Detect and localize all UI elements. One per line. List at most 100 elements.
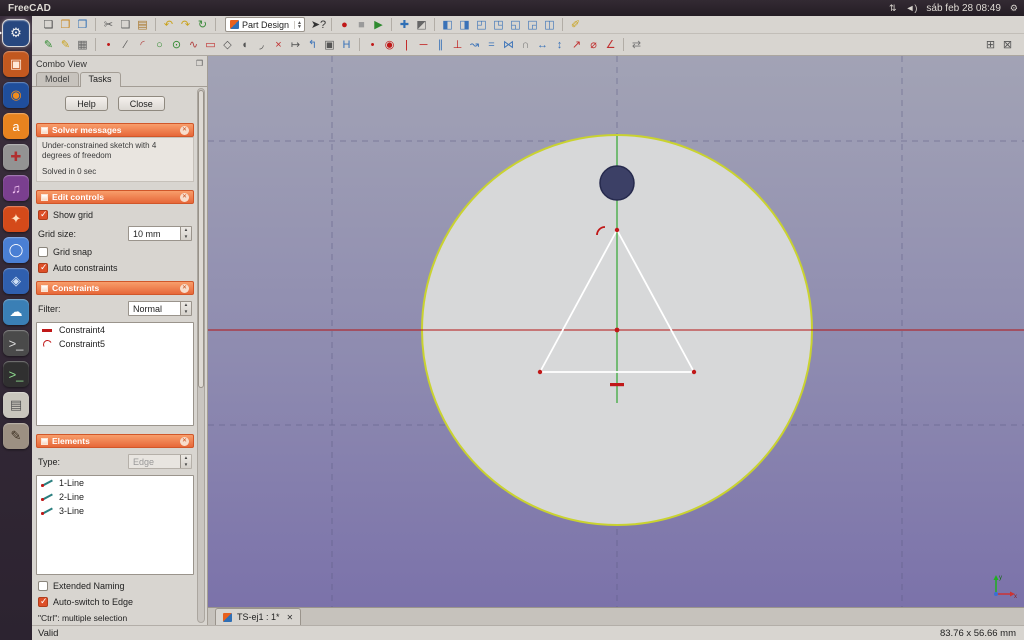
open-document-icon[interactable]: ❒: [57, 17, 74, 33]
create-arc-icon[interactable]: ◜: [134, 37, 151, 53]
cut-icon[interactable]: ✂: [100, 17, 117, 33]
launcher-item-freecad[interactable]: ⚙: [3, 20, 29, 46]
spin-arrows-icon[interactable]: [180, 227, 191, 240]
filter-combobox[interactable]: Normal: [128, 301, 192, 316]
constrain-distance-icon[interactable]: ↗: [568, 37, 585, 53]
launcher-item-terminal-root[interactable]: >_: [3, 361, 29, 387]
constrain-equal-icon[interactable]: =: [483, 37, 500, 53]
constrain-radius-icon[interactable]: ⌀: [585, 37, 602, 53]
create-slot-icon[interactable]: ◖: [236, 37, 253, 53]
view-isometric-icon[interactable]: ◧: [439, 17, 456, 33]
combo-arrows-icon[interactable]: [180, 302, 191, 315]
launcher-item-cloud-app[interactable]: ☁: [3, 299, 29, 325]
view-top-icon[interactable]: ◰: [473, 17, 490, 33]
create-rectangle-icon[interactable]: ▭: [202, 37, 219, 53]
constrain-coincident-icon[interactable]: •: [364, 37, 381, 53]
sound-indicator-icon[interactable]: ◄): [906, 3, 918, 14]
launcher-item-terminal[interactable]: >_: [3, 330, 29, 356]
launcher-item-system-tools[interactable]: ✚: [3, 144, 29, 170]
launcher-item-messaging[interactable]: ◈: [3, 268, 29, 294]
launcher-item-chromium[interactable]: ◯: [3, 237, 29, 263]
create-sketch-icon[interactable]: ✎: [40, 37, 57, 53]
panel-scrollbar[interactable]: [197, 88, 205, 623]
fit-all-icon[interactable]: ✚: [396, 17, 413, 33]
tab-model[interactable]: Model: [36, 72, 79, 86]
collapse-section-icon[interactable]: ✕: [180, 126, 189, 135]
collapse-section-icon[interactable]: ✕: [180, 193, 189, 202]
macro-execute-icon[interactable]: ▶: [370, 17, 387, 33]
auto-constraints-checkbox[interactable]: [38, 263, 48, 273]
whats-this-icon[interactable]: ➤?: [310, 17, 327, 33]
carbon-copy-icon[interactable]: ▣: [321, 37, 338, 53]
constrain-vertical-icon[interactable]: |: [398, 37, 415, 53]
constrain-distance-x-icon[interactable]: ↔: [534, 37, 551, 53]
constrain-point-on-object-icon[interactable]: ◉: [381, 37, 398, 53]
create-line-icon[interactable]: ∕: [117, 37, 134, 53]
scrollbar-thumb[interactable]: [198, 90, 204, 388]
sketch-hole[interactable]: [600, 166, 634, 200]
macro-stop-icon[interactable]: ■: [353, 17, 370, 33]
type-combobox[interactable]: Edge: [128, 454, 192, 469]
constrain-parallel-icon[interactable]: ∥: [432, 37, 449, 53]
create-circle-icon[interactable]: ○: [151, 37, 168, 53]
show-grid-row[interactable]: Show grid: [38, 210, 192, 220]
create-polygon-icon[interactable]: ◇: [219, 37, 236, 53]
new-document-icon[interactable]: ❏: [40, 17, 57, 33]
constrain-tangent-icon[interactable]: ↝: [466, 37, 483, 53]
tab-tasks[interactable]: Tasks: [80, 72, 121, 87]
external-geometry-icon[interactable]: ↰: [304, 37, 321, 53]
session-menu-icon[interactable]: ⚙: [1010, 3, 1018, 14]
constrain-lock-icon[interactable]: ∩: [517, 37, 534, 53]
constrain-distance-y-icon[interactable]: ↕: [551, 37, 568, 53]
launcher-item-amazon[interactable]: a: [3, 113, 29, 139]
copy-icon[interactable]: ❑: [117, 17, 134, 33]
element-list-item[interactable]: 1-Line: [37, 476, 193, 490]
toggle-driving-constraint-icon[interactable]: ⇄: [628, 37, 645, 53]
auto-switch-row[interactable]: Auto-switch to Edge: [38, 597, 192, 607]
edit-sketch-icon[interactable]: ✎: [57, 37, 74, 53]
constraint-list-item[interactable]: Constraint5: [37, 337, 193, 351]
workbench-selector[interactable]: Part Design▲▼: [225, 17, 305, 32]
paste-icon[interactable]: ▤: [134, 17, 151, 33]
constrain-symmetric-icon[interactable]: ⋈: [500, 37, 517, 53]
create-polyline-icon[interactable]: ∿: [185, 37, 202, 53]
map-sketch-icon[interactable]: ▦: [74, 37, 91, 53]
create-point-icon[interactable]: •: [100, 37, 117, 53]
refresh-icon[interactable]: ↻: [194, 17, 211, 33]
constrain-horizontal-icon[interactable]: ─: [415, 37, 432, 53]
triangle-vertex-left[interactable]: [538, 370, 542, 374]
close-button[interactable]: Close: [118, 96, 165, 111]
launcher-item-software-center[interactable]: ✦: [3, 206, 29, 232]
save-document-icon[interactable]: ❐: [74, 17, 91, 33]
stop-operation-icon[interactable]: ⊠: [999, 37, 1016, 53]
macro-record-icon[interactable]: ●: [336, 17, 353, 33]
keyboard-indicator-icon[interactable]: ⇅: [889, 3, 897, 14]
redo-icon[interactable]: ↷: [177, 17, 194, 33]
draw-style-icon[interactable]: ◩: [413, 17, 430, 33]
launcher-item-firefox[interactable]: ◉: [3, 82, 29, 108]
close-tab-icon[interactable]: ✕: [287, 613, 294, 622]
collapse-section-icon[interactable]: ✕: [180, 437, 189, 446]
view-right-icon[interactable]: ◳: [490, 17, 507, 33]
clock-indicator[interactable]: sáb feb 28 08:49: [926, 3, 1001, 14]
launcher-item-media-player[interactable]: ♫: [3, 175, 29, 201]
view-rear-icon[interactable]: ◱: [507, 17, 524, 33]
construction-mode-icon[interactable]: H: [338, 37, 355, 53]
auto-switch-checkbox[interactable]: [38, 597, 48, 607]
view-bottom-icon[interactable]: ◲: [524, 17, 541, 33]
triangle-vertex-top[interactable]: [615, 228, 619, 232]
constrain-angle-icon[interactable]: ∠: [602, 37, 619, 53]
view-left-icon[interactable]: ◫: [541, 17, 558, 33]
constraint-list-item[interactable]: Constraint4: [37, 323, 193, 337]
sketch-canvas[interactable]: x y: [208, 56, 1024, 607]
launcher-item-files[interactable]: ▣: [3, 51, 29, 77]
element-list-item[interactable]: 3-Line: [37, 504, 193, 518]
grid-size-spinbox[interactable]: 10 mm: [128, 226, 192, 241]
extend-edge-icon[interactable]: ↦: [287, 37, 304, 53]
element-list-item[interactable]: 2-Line: [37, 490, 193, 504]
auto-constraints-row[interactable]: Auto constraints: [38, 263, 192, 273]
undo-icon[interactable]: ↶: [160, 17, 177, 33]
extended-naming-checkbox[interactable]: [38, 581, 48, 591]
create-ellipse-icon[interactable]: ⊙: [168, 37, 185, 53]
trim-edge-icon[interactable]: ×: [270, 37, 287, 53]
